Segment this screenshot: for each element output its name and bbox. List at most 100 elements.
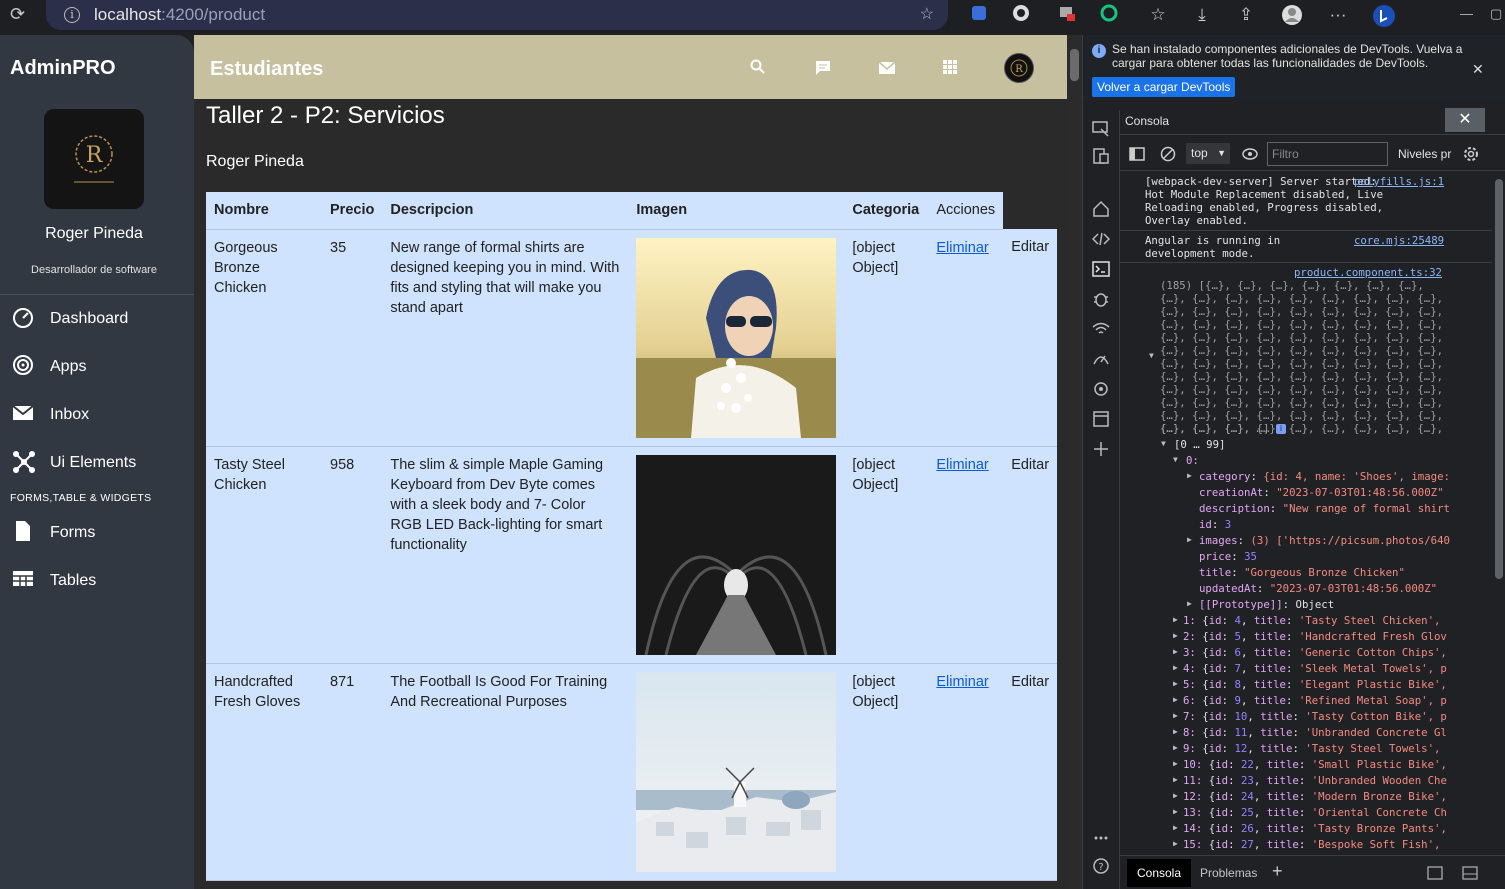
expand-triangle[interactable]: ▶ [1173,647,1178,656]
message-icon[interactable] [814,59,832,77]
minimize-icon[interactable]: — [1460,6,1473,21]
expand-triangle[interactable]: ▶ [1173,759,1178,768]
scroll-thumb[interactable] [1070,49,1079,81]
memory-icon[interactable] [1092,380,1110,398]
edit-button[interactable]: Editar [1003,663,1058,881]
expand-triangle[interactable]: ▶ [1173,807,1178,816]
context-select[interactable]: top ▼ [1186,143,1230,164]
dock-icon[interactable] [1427,866,1443,880]
apps-grid-icon[interactable] [942,59,960,77]
array-item[interactable]: 13: {id: 25, title: 'Oriental Concrete C… [1183,806,1447,819]
expand-triangle[interactable]: ▶ [1173,679,1178,688]
chatgpt-icon[interactable] [1098,4,1120,26]
expand-triangle[interactable]: ▶ [1173,695,1178,704]
mail-icon[interactable] [878,59,896,77]
add-tab-icon[interactable]: + [1272,861,1283,882]
array-item[interactable]: 5: {id: 8, title: 'Elegant Plastic Bike'… [1183,678,1447,691]
expand-triangle[interactable]: ▶ [1173,775,1178,784]
info-badge-icon[interactable]: i [1276,424,1286,434]
levels-dropdown[interactable]: Niveles pr [1398,147,1454,161]
nav-item-ui-elements[interactable]: Ui Elements [0,450,194,480]
nav-item-forms[interactable]: Forms [0,520,194,550]
delete-link[interactable]: Eliminar [928,446,1004,664]
download-icon[interactable]: ⤓ [1191,4,1213,26]
array-item[interactable]: 7: {id: 10, title: 'Tasty Cotton Bike', … [1183,710,1447,723]
close-panel-button[interactable]: ✕ [1445,108,1485,132]
elements-icon[interactable] [1092,230,1110,248]
filter-input[interactable]: Filtro [1267,142,1388,166]
inspect-icon[interactable] [1092,120,1110,138]
maximize-icon[interactable]: ▢ [1490,6,1502,22]
expand-triangle[interactable]: ▶ [1173,791,1178,800]
array-item[interactable]: 12: {id: 24, title: 'Modern Bronze Bike'… [1183,790,1447,803]
home-icon[interactable] [1092,200,1110,218]
device-emulation-icon[interactable] [1092,147,1110,165]
expand-triangle[interactable]: ▶ [1187,471,1192,480]
application-icon[interactable] [1092,410,1110,428]
nav-item-dashboard[interactable]: Dashboard [0,306,194,336]
page-scrollbar[interactable] [1067,35,1082,889]
delete-link[interactable]: Eliminar [928,229,1004,447]
reload-devtools-button[interactable]: Volver a cargar DevTools [1092,77,1236,97]
nav-item-inbox[interactable]: Inbox [0,402,194,432]
expand-triangle[interactable]: ▶ [1173,823,1178,832]
console-scrollbar[interactable] [1492,171,1505,855]
tab-console[interactable]: Consola [1127,859,1191,887]
array-item[interactable]: 9: {id: 12, title: 'Tasty Steel Towels', [1183,742,1440,755]
array-item[interactable]: 8: {id: 11, title: 'Unbranded Concrete G… [1183,726,1447,739]
settings-gear-icon[interactable] [1462,145,1480,163]
tab-problems[interactable]: Problemas [1200,866,1257,880]
array-item[interactable]: 11: {id: 23, title: 'Unbranded Wooden Ch… [1183,774,1447,787]
more-menu-icon[interactable]: ··· [1327,4,1349,26]
expand-triangle[interactable]: ▶ [1173,743,1178,752]
expand-triangle[interactable]: ▼ [1161,439,1166,448]
favorite-add-icon[interactable]: ☆ [920,4,934,24]
site-info-icon[interactable]: i [64,7,80,23]
array-item[interactable]: 15: {id: 27, title: 'Bespoke Soft Fish', [1183,838,1440,851]
array-item[interactable]: 2: {id: 5, title: 'Handcrafted Fresh Glo… [1183,630,1447,643]
share-icon[interactable]: ⇪ [1235,4,1257,26]
array-item[interactable]: 14: {id: 26, title: 'Tasty Bronze Pants'… [1183,822,1447,835]
edit-button[interactable]: Editar [1003,229,1058,447]
nav-item-apps[interactable]: Apps [0,354,194,384]
expand-triangle[interactable]: ▶ [1173,663,1178,672]
scroll-thumb[interactable] [1495,179,1503,579]
close-icon[interactable]: ✕ [1472,62,1484,76]
more-tools-icon[interactable] [1092,829,1110,847]
live-expression-icon[interactable] [1241,146,1259,162]
expand-triangle[interactable]: ▶ [1173,631,1178,640]
expand-triangle[interactable]: ▶ [1187,535,1192,544]
avatar[interactable]: R [1004,53,1034,83]
edit-button[interactable]: Editar [1003,446,1058,664]
favorites-icon[interactable]: ☆ [1147,4,1169,26]
expand-triangle[interactable]: ▼ [1149,351,1154,360]
expand-triangle[interactable]: ▶ [1187,599,1192,608]
undock-icon[interactable] [1462,866,1478,880]
extension-red-icon[interactable] [1056,4,1078,26]
profile-icon[interactable] [1281,4,1303,26]
add-tool-icon[interactable] [1092,440,1110,458]
expand-triangle[interactable]: ▶ [1173,711,1178,720]
help-icon[interactable]: ? [1092,857,1110,875]
github-icon[interactable] [1010,4,1032,26]
performance-icon[interactable] [1092,350,1110,368]
console-icon[interactable] [1092,260,1110,278]
extension-icon[interactable] [968,4,990,26]
source-link[interactable]: product.component.ts:32 [1294,266,1442,279]
expand-triangle[interactable]: ▼ [1173,455,1178,464]
array-item[interactable]: 3: {id: 6, title: 'Generic Cotton Chips'… [1183,646,1447,659]
network-icon[interactable] [1092,320,1110,338]
debugger-icon[interactable] [1092,290,1110,308]
delete-link[interactable]: Eliminar [928,663,1004,881]
search-icon[interactable] [750,59,768,77]
array-item[interactable]: 1: {id: 4, title: 'Tasty Steel Chicken', [1183,614,1440,627]
nav-item-tables[interactable]: Tables [0,568,194,598]
array-item[interactable]: 6: {id: 9, title: 'Refined Metal Soap', … [1183,694,1447,707]
expand-triangle[interactable]: ▶ [1173,615,1178,624]
array-item[interactable]: 4: {id: 7, title: 'Sleek Metal Towels', … [1183,662,1447,675]
copilot-icon[interactable] [1372,4,1395,27]
reload-icon[interactable]: ⟳ [10,4,25,25]
source-link[interactable]: core.mjs:25489 [1354,234,1444,247]
clear-console-icon[interactable] [1160,146,1176,162]
array-item[interactable]: 10: {id: 22, title: 'Small Plastic Bike'… [1183,758,1447,771]
